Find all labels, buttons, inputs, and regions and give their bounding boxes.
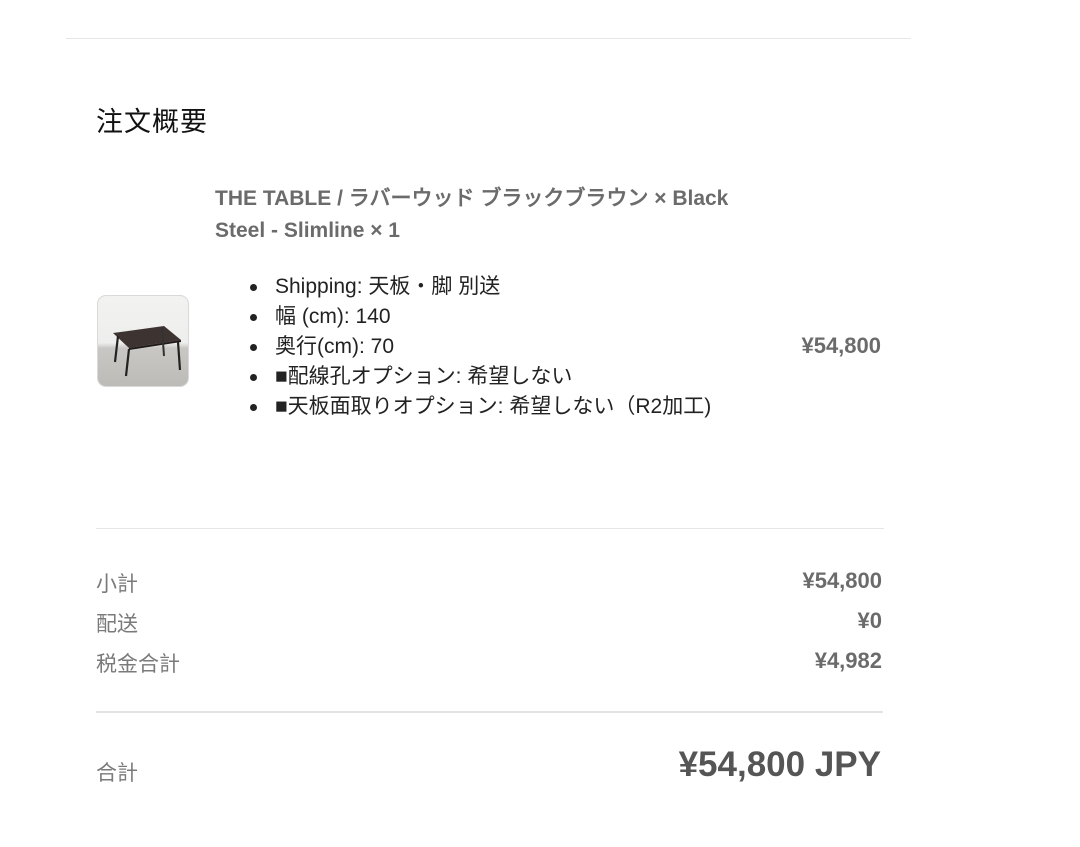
order-summary-title: 注文概要 <box>96 107 208 137</box>
totals-divider <box>96 711 883 713</box>
option-width: 幅 (cm): 140 <box>240 302 740 332</box>
line-item-price: ¥54,800 <box>801 333 881 358</box>
top-divider <box>66 38 911 39</box>
tax-label: 税金合計 <box>96 653 180 676</box>
subtotal-row: 小計 ¥54,800 <box>96 568 882 598</box>
option-wiring-hole: ■配線孔オプション: 希望しない <box>240 362 740 392</box>
total-value: ¥54,800 JPY <box>678 745 881 784</box>
product-title: THE TABLE / ラバーウッド ブラックブラウン × Black Stee… <box>215 187 729 242</box>
product-thumbnail <box>97 295 189 387</box>
subtotal-label: 小計 <box>96 573 138 596</box>
option-chamfer: ■天板面取りオプション: 希望しない（R2加工) <box>240 392 740 422</box>
option-depth: 奥行(cm): 70 <box>240 332 740 362</box>
product-options-list: Shipping: 天板・脚 別送 幅 (cm): 140 奥行(cm): 70… <box>240 272 740 422</box>
option-shipping: Shipping: 天板・脚 別送 <box>240 272 740 302</box>
shipping-value: ¥0 <box>857 608 882 633</box>
total-label: 合計 <box>96 762 138 785</box>
shipping-row: 配送 ¥0 <box>96 608 882 638</box>
items-divider <box>96 528 884 529</box>
table-icon <box>113 326 182 377</box>
tax-row: 税金合計 ¥4,982 <box>96 648 882 678</box>
subtotal-value: ¥54,800 <box>802 568 882 593</box>
shipping-label: 配送 <box>96 613 138 636</box>
tax-value: ¥4,982 <box>814 648 882 673</box>
